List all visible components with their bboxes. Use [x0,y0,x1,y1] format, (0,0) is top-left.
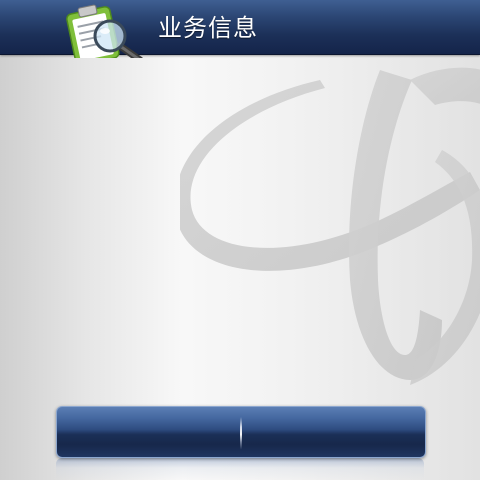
left-bar-button[interactable] [57,407,240,457]
bottom-bar-reflection [56,458,424,480]
screen: 业务信息 [0,0,480,480]
clipboard-magnifier-icon [66,4,143,58]
right-bar-button[interactable] [242,407,425,457]
bottom-button-bar [56,406,426,458]
page-title: 业务信息 [158,14,258,42]
china-telecom-logo-watermark [180,67,480,385]
